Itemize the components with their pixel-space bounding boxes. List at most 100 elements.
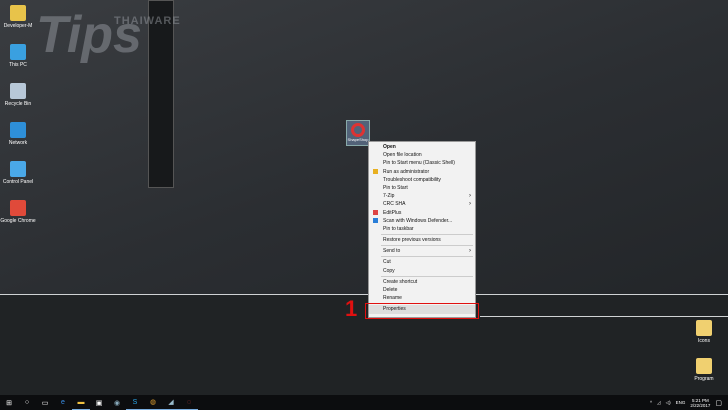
desktop-icon-recycle-bin[interactable]: Recycle Bin bbox=[0, 83, 36, 107]
notification-icon[interactable]: ▢ bbox=[715, 399, 722, 407]
desktop-icon-icons[interactable]: Icons bbox=[686, 320, 722, 344]
menu-item-label: Cut bbox=[383, 259, 391, 266]
icon-label: Recycle Bin bbox=[4, 101, 32, 107]
desktop-icon-network[interactable]: Network bbox=[0, 122, 36, 146]
icon-label: Network bbox=[8, 140, 28, 146]
chevron-right-icon: › bbox=[469, 201, 471, 208]
app3-icon[interactable]: ◌ bbox=[180, 395, 198, 410]
edge-icon[interactable]: e bbox=[54, 395, 72, 410]
menu-item-label: Pin to taskbar bbox=[383, 225, 414, 232]
date: 2/22/2017 bbox=[690, 402, 711, 408]
skype-icon[interactable]: S bbox=[126, 395, 144, 410]
menu-item-restore-previous-versions[interactable]: Restore previous versions bbox=[369, 236, 475, 244]
app-icon bbox=[10, 200, 26, 216]
menu-item-label: Open file location bbox=[383, 152, 422, 159]
chevron-right-icon: › bbox=[469, 193, 471, 200]
defender-icon bbox=[373, 218, 378, 224]
menu-item-label: CRC SHA bbox=[383, 201, 406, 208]
app-icon bbox=[10, 5, 26, 21]
menu-item-label: Rename bbox=[383, 295, 402, 302]
menu-item-pin-to-taskbar[interactable]: Pin to taskbar bbox=[369, 225, 475, 233]
start-button[interactable]: ⊞ bbox=[0, 395, 18, 410]
editplus-icon bbox=[373, 210, 378, 215]
menu-item-label: Troubleshoot compatibility bbox=[383, 176, 441, 183]
menu-item-troubleshoot-compatibility[interactable]: Troubleshoot compatibility bbox=[369, 176, 475, 184]
menu-separator bbox=[381, 234, 473, 236]
menu-item-cut[interactable]: Cut bbox=[369, 258, 475, 266]
menu-separator bbox=[381, 275, 473, 277]
store-icon[interactable]: ▣ bbox=[90, 395, 108, 410]
menu-item-pin-to-start-menu-classic-shell[interactable]: Pin to Start menu (Classic Shell) bbox=[369, 159, 475, 167]
menu-item-label: Pin to Start menu (Classic Shell) bbox=[383, 160, 455, 167]
menu-item-label: Open bbox=[383, 144, 396, 150]
menu-item-send-to[interactable]: Send to › bbox=[369, 247, 475, 255]
app-icon bbox=[10, 83, 26, 99]
desktop-icon-developer-m[interactable]: Developer-M bbox=[0, 5, 36, 29]
context-menu: Open Open file location Pin to Start menu … bbox=[368, 141, 476, 318]
menu-item-run-as-administrator[interactable]: Run as administrator bbox=[369, 168, 475, 176]
menu-item-open[interactable]: Open bbox=[369, 143, 475, 151]
chevron-right-icon: › bbox=[469, 248, 471, 255]
icon-label: Developer-M bbox=[3, 23, 33, 29]
desktop-icon-google-chrome[interactable]: Google Chrome bbox=[0, 200, 36, 224]
task-view-button[interactable]: ▭ bbox=[36, 395, 54, 410]
menu-item-label: Pin to Start bbox=[383, 184, 408, 191]
app-icon bbox=[10, 44, 26, 60]
watermark-word: Tips bbox=[36, 6, 142, 64]
file-explorer-icon[interactable]: ▬ bbox=[72, 395, 90, 410]
folder-icon bbox=[696, 320, 712, 336]
taskbar: ⊞ ○ ▭ e ▬ ▣ ◉ S ◍ ◢ ◌ ^ ◿ ◁) ENG 5:21 PM… bbox=[0, 395, 728, 410]
menu-item-label: Create shortcut bbox=[383, 278, 418, 285]
menu-item-label: 7-Zip bbox=[383, 193, 395, 200]
menu-item-delete[interactable]: Delete bbox=[369, 286, 475, 294]
wallpaper-line-2 bbox=[480, 316, 728, 317]
menu-item-copy[interactable]: Copy bbox=[369, 267, 475, 275]
wallpaper-lower bbox=[0, 295, 728, 395]
menu-item-7-zip[interactable]: 7-Zip › bbox=[369, 192, 475, 200]
app2-icon[interactable]: ◢ bbox=[162, 395, 180, 410]
app-icon bbox=[10, 122, 26, 138]
icon-label: Control Panel bbox=[2, 179, 34, 185]
menu-item-label: Copy bbox=[383, 267, 395, 274]
shield-icon bbox=[373, 169, 378, 175]
menu-item-label: Scan with Windows Defender... bbox=[383, 217, 453, 224]
clock[interactable]: 5:21 PM 2/22/2017 bbox=[690, 398, 710, 408]
desktop-icon-this-pc[interactable]: This PC bbox=[0, 44, 36, 68]
chevron-up-icon[interactable]: ^ bbox=[650, 400, 652, 405]
time: 5:21 PM bbox=[691, 397, 709, 403]
language-indicator[interactable]: ENG bbox=[676, 400, 686, 405]
search-button[interactable]: ○ bbox=[18, 395, 36, 410]
chrome-icon[interactable]: ◍ bbox=[144, 395, 162, 410]
menu-item-label: Run as administrator bbox=[383, 168, 430, 175]
app-icon bbox=[10, 161, 26, 177]
menu-item-label: Send to bbox=[383, 248, 401, 255]
wallpaper-line bbox=[0, 294, 728, 295]
annotation-number: 1 bbox=[345, 296, 358, 321]
app-icon[interactable]: ◉ bbox=[108, 395, 126, 410]
menu-item-editplus[interactable]: EditPlus bbox=[369, 209, 475, 217]
menu-item-label: Restore previous versions bbox=[383, 237, 441, 244]
network-icon[interactable]: ◿ bbox=[657, 400, 660, 406]
icon-label: Program bbox=[694, 376, 714, 382]
menu-item-open-file-location[interactable]: Open file location bbox=[369, 151, 475, 159]
menu-item-pin-to-start[interactable]: Pin to Start bbox=[369, 184, 475, 192]
wallpaper-dark-bar bbox=[148, 0, 174, 188]
system-tray: ^ ◿ ◁) ENG 5:21 PM 2/22/2017 ▢ bbox=[650, 398, 728, 408]
selected-shortcut[interactable]: ShapeShop bbox=[346, 120, 370, 146]
watermark-brand: THAIWARE bbox=[114, 15, 181, 27]
menu-item-label: Delete bbox=[383, 287, 398, 293]
desktop-icon-control-panel[interactable]: Control Panel bbox=[0, 161, 36, 185]
menu-item-scan-with-windows-defender[interactable]: Scan with Windows Defender... bbox=[369, 217, 475, 225]
menu-item-create-shortcut[interactable]: Create shortcut bbox=[369, 278, 475, 286]
volume-icon[interactable]: ◁) bbox=[666, 400, 671, 406]
icon-label: Google Chrome bbox=[0, 218, 36, 224]
menu-separator bbox=[381, 245, 473, 247]
icon-label: Icons bbox=[698, 338, 710, 344]
folder-icon bbox=[696, 358, 712, 374]
desktop-icon-program[interactable]: Program bbox=[686, 358, 722, 382]
menu-item-rename[interactable]: Rename bbox=[369, 294, 475, 302]
menu-item-crc-sha[interactable]: CRC SHA › bbox=[369, 200, 475, 208]
annotation-highlight-box bbox=[365, 303, 479, 319]
app-icon bbox=[351, 123, 365, 137]
shortcut-label: ShapeShop bbox=[347, 137, 369, 142]
